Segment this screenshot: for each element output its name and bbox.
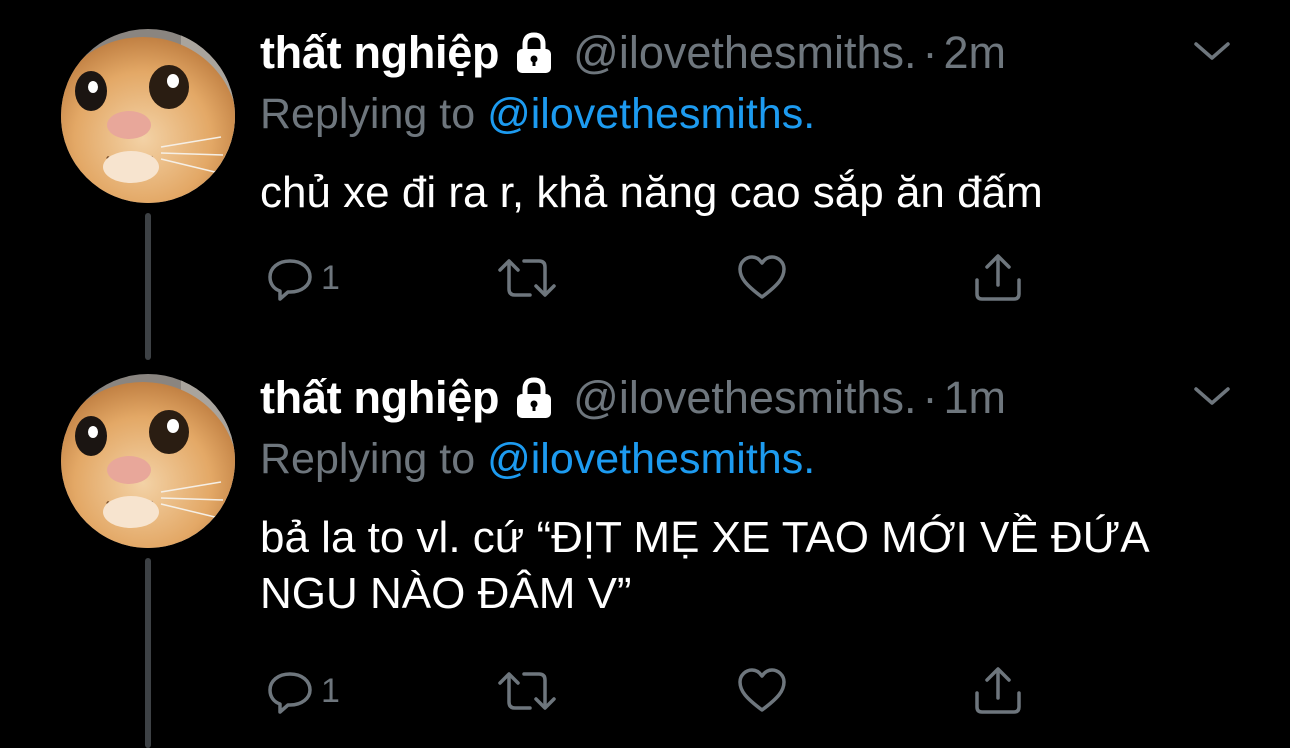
- retweet-icon: [498, 259, 556, 297]
- tweet-actions: 1: [260, 250, 1060, 306]
- chevron-down-icon[interactable]: [1190, 383, 1234, 409]
- like-button[interactable]: [736, 250, 788, 306]
- avatar[interactable]: [61, 29, 235, 203]
- tweet[interactable]: thất nghiệp @ilovethesmiths. · 2m Replyi…: [0, 0, 1290, 360]
- share-button[interactable]: [972, 250, 1024, 306]
- tweet-actions: 1: [260, 663, 1060, 719]
- reply-count: 1: [321, 671, 340, 710]
- timestamp[interactable]: 2m: [943, 27, 1006, 79]
- like-icon: [738, 668, 786, 712]
- tweet[interactable]: thất nghiệp @ilovethesmiths. · 1m Replyi…: [0, 345, 1290, 748]
- chevron-down-icon[interactable]: [1190, 38, 1234, 64]
- display-name[interactable]: thất nghiệp: [260, 372, 499, 424]
- replying-to-handle-link[interactable]: @ilovethesmiths.: [487, 435, 815, 483]
- thread-connector-line: [145, 213, 151, 360]
- user-handle[interactable]: @ilovethesmiths.: [573, 372, 916, 424]
- tweet-text: chủ xe đi ra r, khả năng cao sắp ăn đấm: [260, 168, 1043, 217]
- retweet-button[interactable]: [496, 663, 558, 719]
- replying-to: Replying to @ilovethesmiths.: [260, 90, 815, 139]
- replying-to-label: Replying to: [260, 90, 476, 138]
- user-handle[interactable]: @ilovethesmiths.: [573, 27, 916, 79]
- tweet-header: thất nghiệp @ilovethesmiths. · 1m: [260, 368, 1006, 428]
- reply-thread: thất nghiệp @ilovethesmiths. · 2m Replyi…: [0, 0, 1290, 748]
- replying-to: Replying to @ilovethesmiths.: [260, 435, 815, 484]
- cat-avatar-image: [61, 29, 235, 203]
- cat-avatar-image: [61, 374, 235, 548]
- separator-dot: ·: [922, 372, 938, 423]
- replying-to-label: Replying to: [260, 435, 476, 483]
- like-button[interactable]: [736, 663, 788, 719]
- avatar[interactable]: [61, 374, 235, 548]
- share-icon: [975, 667, 1021, 714]
- retweet-button[interactable]: [496, 250, 558, 306]
- like-icon: [738, 255, 786, 299]
- tweet-text: bả la to vl. cứ “ĐỊT MẸ XE TAO MỚI VỀ ĐỨ…: [260, 513, 1148, 618]
- display-name[interactable]: thất nghiệp: [260, 27, 499, 79]
- separator-dot: ·: [922, 27, 938, 78]
- reply-icon: [268, 672, 312, 714]
- share-icon: [975, 254, 1021, 301]
- retweet-icon: [498, 672, 556, 710]
- lock-icon: [511, 30, 557, 76]
- timestamp[interactable]: 1m: [943, 372, 1006, 424]
- reply-button[interactable]: 1: [265, 250, 340, 306]
- thread-connector-line: [145, 558, 151, 748]
- reply-count: 1: [321, 258, 340, 297]
- share-button[interactable]: [972, 663, 1024, 719]
- lock-icon: [511, 375, 557, 421]
- replying-to-handle-link[interactable]: @ilovethesmiths.: [487, 90, 815, 138]
- reply-button[interactable]: 1: [265, 663, 340, 719]
- reply-icon: [268, 259, 312, 301]
- tweet-header: thất nghiệp @ilovethesmiths. · 2m: [260, 23, 1006, 83]
